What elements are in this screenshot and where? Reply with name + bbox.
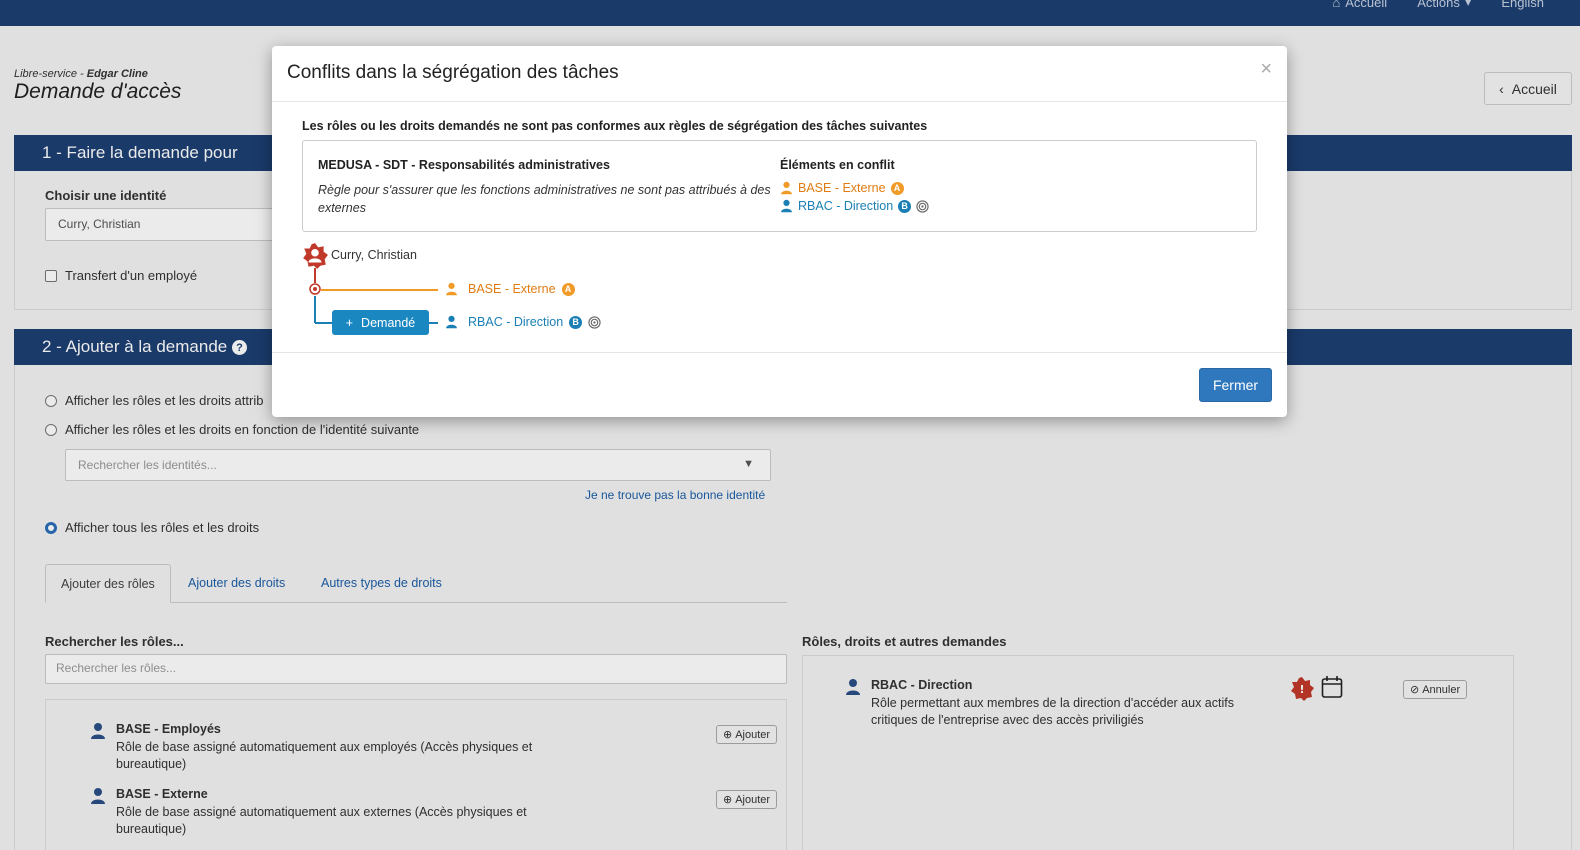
badge-b-icon: B — [569, 315, 583, 329]
badge-b-icon: B — [898, 199, 912, 213]
close-button[interactable]: Fermer — [1199, 368, 1272, 402]
requested-badge: + Demandé — [332, 310, 429, 335]
modal-header: Conflits dans la ségrégation des tâches … — [272, 46, 1287, 102]
fingerprint-icon — [588, 315, 601, 329]
modal-title: Conflits dans la ségrégation des tâches — [287, 62, 619, 83]
rule-name: MEDUSA - SDT - Responsabilités administr… — [318, 158, 610, 172]
rule-box: MEDUSA - SDT - Responsabilités administr… — [302, 140, 1257, 232]
sod-conflict-modal: Conflits dans la ségrégation des tâches … — [272, 46, 1287, 417]
badge-a-icon: A — [561, 282, 575, 296]
rule-description: Règle pour s'assurer que les fonctions a… — [318, 183, 771, 215]
user-icon — [446, 282, 457, 296]
plus-icon: + — [345, 315, 354, 330]
conflicts-heading: Éléments en conflit — [780, 158, 895, 172]
user-icon — [781, 199, 792, 213]
tree-user-name: Curry, Christian — [331, 248, 417, 262]
tree-item-a[interactable]: BASE - Externe A — [445, 282, 575, 296]
modal-footer-divider — [272, 352, 1287, 353]
conflict-item-b[interactable]: RBAC - Direction B — [780, 199, 929, 213]
fingerprint-icon — [916, 199, 929, 213]
user-conflict-icon — [303, 243, 328, 269]
close-icon[interactable]: × — [1260, 58, 1272, 81]
user-icon — [446, 315, 457, 329]
tree-item-b[interactable]: RBAC - Direction B — [445, 315, 601, 329]
modal-intro: Les rôles ou les droits demandés ne sont… — [302, 119, 928, 133]
user-icon — [781, 181, 792, 195]
badge-a-icon: A — [890, 181, 904, 195]
conflict-item-a[interactable]: BASE - Externe A — [780, 181, 904, 195]
